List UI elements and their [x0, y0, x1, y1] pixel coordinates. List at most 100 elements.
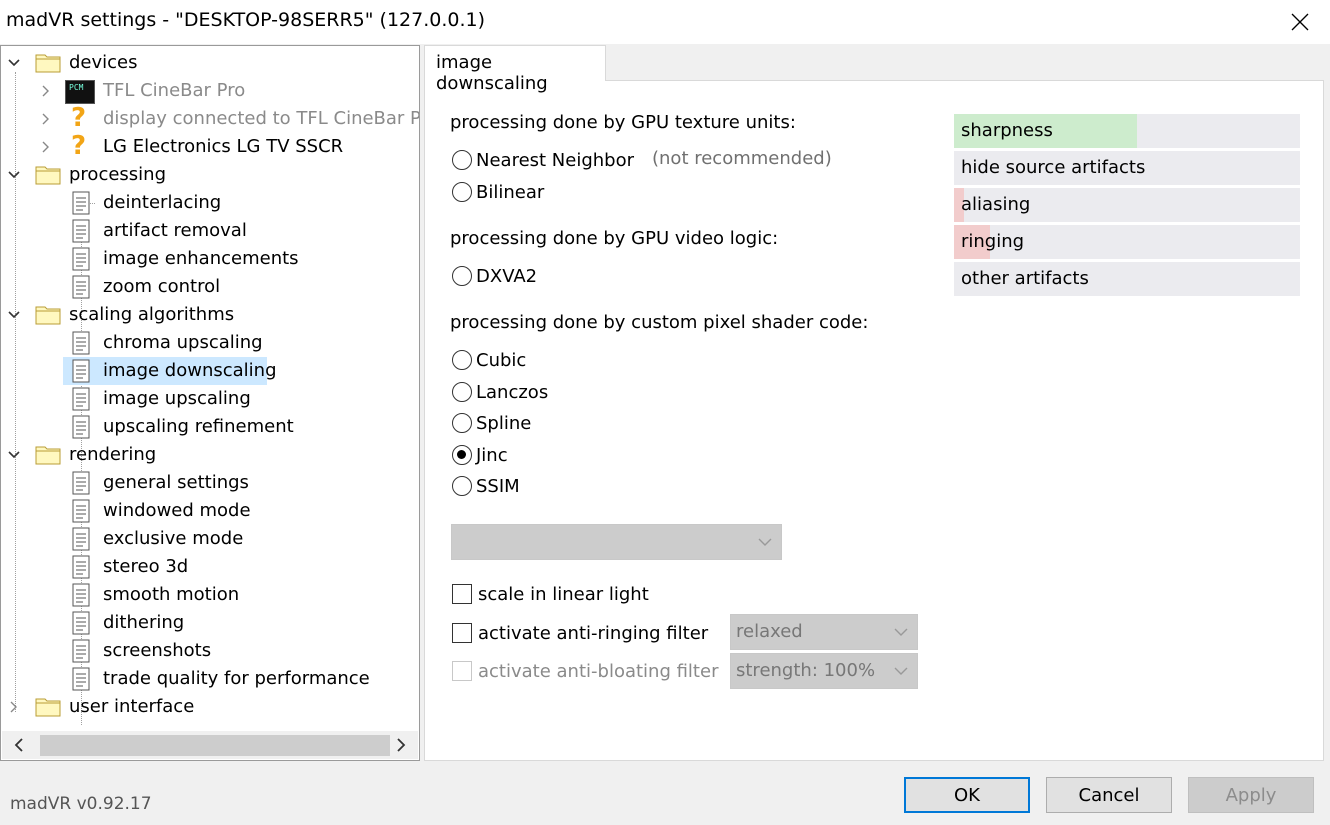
chevron-down-icon [894, 667, 908, 675]
tree-item-lg-tv[interactable]: LG Electronics LG TV SSCR [99, 135, 347, 159]
quality-bar-label: aliasing [961, 194, 1031, 215]
tree-item-scaling-algorithms[interactable]: scaling algorithms [65, 303, 238, 327]
scrollbar-thumb[interactable] [40, 735, 390, 756]
page-icon [71, 555, 91, 579]
scroll-left-arrow-icon[interactable] [2, 731, 36, 759]
tree-item-artifact-removal[interactable]: artifact removal [99, 219, 251, 243]
radio-button[interactable] [452, 150, 472, 170]
radio-button[interactable] [452, 382, 472, 402]
quality-bar-row: sharpness [954, 114, 1300, 148]
radio-label: DXVA2 [476, 265, 538, 287]
folder-icon [35, 51, 61, 73]
section-gpu-video-label: processing done by GPU video logic: [450, 228, 779, 249]
radio-dxva2[interactable]: DXVA2 [452, 264, 537, 288]
device-icon: PCM [65, 80, 95, 104]
radio-lanczos[interactable]: Lanczos [452, 380, 548, 404]
tree-item-image-downscaling[interactable]: image downscaling [99, 359, 281, 383]
checkbox-scale-linear-light[interactable]: scale in linear light [452, 582, 649, 606]
radio-label: Cubic [476, 349, 527, 371]
tree-item-zoom-control[interactable]: zoom control [99, 275, 224, 299]
radio-button[interactable] [452, 266, 472, 286]
tree-item-screenshots[interactable]: screenshots [99, 639, 215, 663]
checkbox-box[interactable] [452, 584, 472, 604]
chevron-right-icon[interactable] [37, 82, 55, 100]
tree-item-trade-quality[interactable]: trade quality for performance [99, 667, 374, 691]
tree-item-deinterlacing[interactable]: deinterlacing [99, 191, 225, 215]
tree-item-devices[interactable]: devices [65, 51, 142, 75]
checkbox-box[interactable] [452, 623, 472, 643]
apply-button[interactable]: Apply [1188, 777, 1314, 813]
radio-spline[interactable]: Spline [452, 411, 531, 435]
quality-bar-label: other artifacts [961, 268, 1089, 289]
quality-bar-row: ringing [954, 225, 1300, 259]
tree-item-tfl-cinebar[interactable]: TFL CineBar Pro [99, 79, 249, 103]
radio-button[interactable] [452, 350, 472, 370]
tree-item-upscaling-refinement[interactable]: upscaling refinement [99, 415, 298, 439]
radio-button[interactable] [452, 182, 472, 202]
device-badge-text: PCM [69, 83, 84, 92]
tab-image-downscaling[interactable]: image downscaling [424, 45, 606, 94]
tree-item-general-settings[interactable]: general settings [99, 471, 253, 495]
chevron-right-icon[interactable] [37, 110, 55, 128]
quality-bar-label: hide source artifacts [961, 157, 1146, 178]
close-button[interactable] [1270, 0, 1330, 44]
radio-jinc[interactable]: Jinc [452, 443, 508, 467]
checkbox-box[interactable] [452, 661, 472, 681]
tree-item-windowed-mode[interactable]: windowed mode [99, 499, 255, 523]
radio-label: Nearest Neighbor [476, 149, 635, 171]
tree-item-image-upscaling[interactable]: image upscaling [99, 387, 255, 411]
expand-chevron-icon[interactable] [5, 54, 23, 72]
tree-item-image-enhancements[interactable]: image enhancements [99, 247, 303, 271]
radio-label: SSIM [476, 475, 520, 497]
page-icon [71, 667, 91, 691]
page-icon [71, 191, 91, 215]
radio-label: Jinc [476, 444, 508, 466]
radio-cubic[interactable]: Cubic [452, 348, 526, 372]
page-icon [71, 611, 91, 635]
chevron-right-icon[interactable] [37, 138, 55, 156]
tree-item-chroma-upscaling[interactable]: chroma upscaling [99, 331, 267, 355]
checkbox-anti-bloating[interactable]: activate anti-bloating filter [452, 659, 718, 683]
tree-item-stereo-3d[interactable]: stereo 3d [99, 555, 192, 579]
tree-item-display-connected[interactable]: display connected to TFL CineBar Pro [99, 107, 419, 131]
radio-ssim[interactable]: SSIM [452, 474, 520, 498]
radio-label: Spline [476, 412, 532, 434]
question-mark-icon: ? [71, 103, 87, 133]
cancel-button[interactable]: Cancel [1046, 777, 1172, 813]
tree-item-processing[interactable]: processing [65, 163, 170, 187]
folder-icon [35, 443, 61, 465]
anti-ringing-mode-dropdown[interactable]: relaxed [730, 614, 918, 650]
ok-button[interactable]: OK [904, 777, 1030, 813]
version-label: madVR v0.92.17 [10, 794, 152, 814]
section-pixel-shader-label: processing done by custom pixel shader c… [450, 312, 869, 333]
anti-bloating-strength-dropdown[interactable]: strength: 100% [730, 653, 918, 689]
scroll-right-arrow-icon[interactable] [384, 731, 418, 759]
filter-taps-dropdown[interactable] [451, 524, 782, 560]
radio-nearest-neighbor[interactable]: Nearest Neighbor [452, 148, 634, 172]
chevron-right-icon[interactable] [5, 698, 23, 716]
settings-tree[interactable]: devices PCM TFL CineBar Pro ? display co… [0, 45, 420, 761]
tree-item-smooth-motion[interactable]: smooth motion [99, 583, 243, 607]
radio-bilinear[interactable]: Bilinear [452, 180, 544, 204]
tree-item-rendering[interactable]: rendering [65, 443, 160, 467]
tree-horizontal-scrollbar[interactable] [2, 731, 418, 759]
page-icon [71, 387, 91, 411]
title-bar: madVR settings - "DESKTOP-98SERR5" (127.… [0, 0, 1330, 44]
quality-bar-label: sharpness [961, 120, 1053, 141]
expand-chevron-icon[interactable] [5, 446, 23, 464]
quality-bar-row: aliasing [954, 188, 1300, 222]
radio-button[interactable] [452, 413, 472, 433]
quality-bar-row: other artifacts [954, 262, 1300, 296]
tree-item-dithering[interactable]: dithering [99, 611, 188, 635]
tree-item-user-interface[interactable]: user interface [65, 695, 198, 719]
expand-chevron-icon[interactable] [5, 306, 23, 324]
radio-button[interactable] [452, 476, 472, 496]
section-gpu-texture-label: processing done by GPU texture units: [450, 112, 796, 133]
close-icon [1291, 13, 1309, 31]
dropdown-value: strength: 100% [736, 660, 876, 681]
tab-label: image downscaling [436, 52, 548, 94]
expand-chevron-icon[interactable] [5, 166, 23, 184]
checkbox-anti-ringing[interactable]: activate anti-ringing filter [452, 621, 708, 645]
radio-button-checked[interactable] [452, 445, 472, 465]
tree-item-exclusive-mode[interactable]: exclusive mode [99, 527, 247, 551]
